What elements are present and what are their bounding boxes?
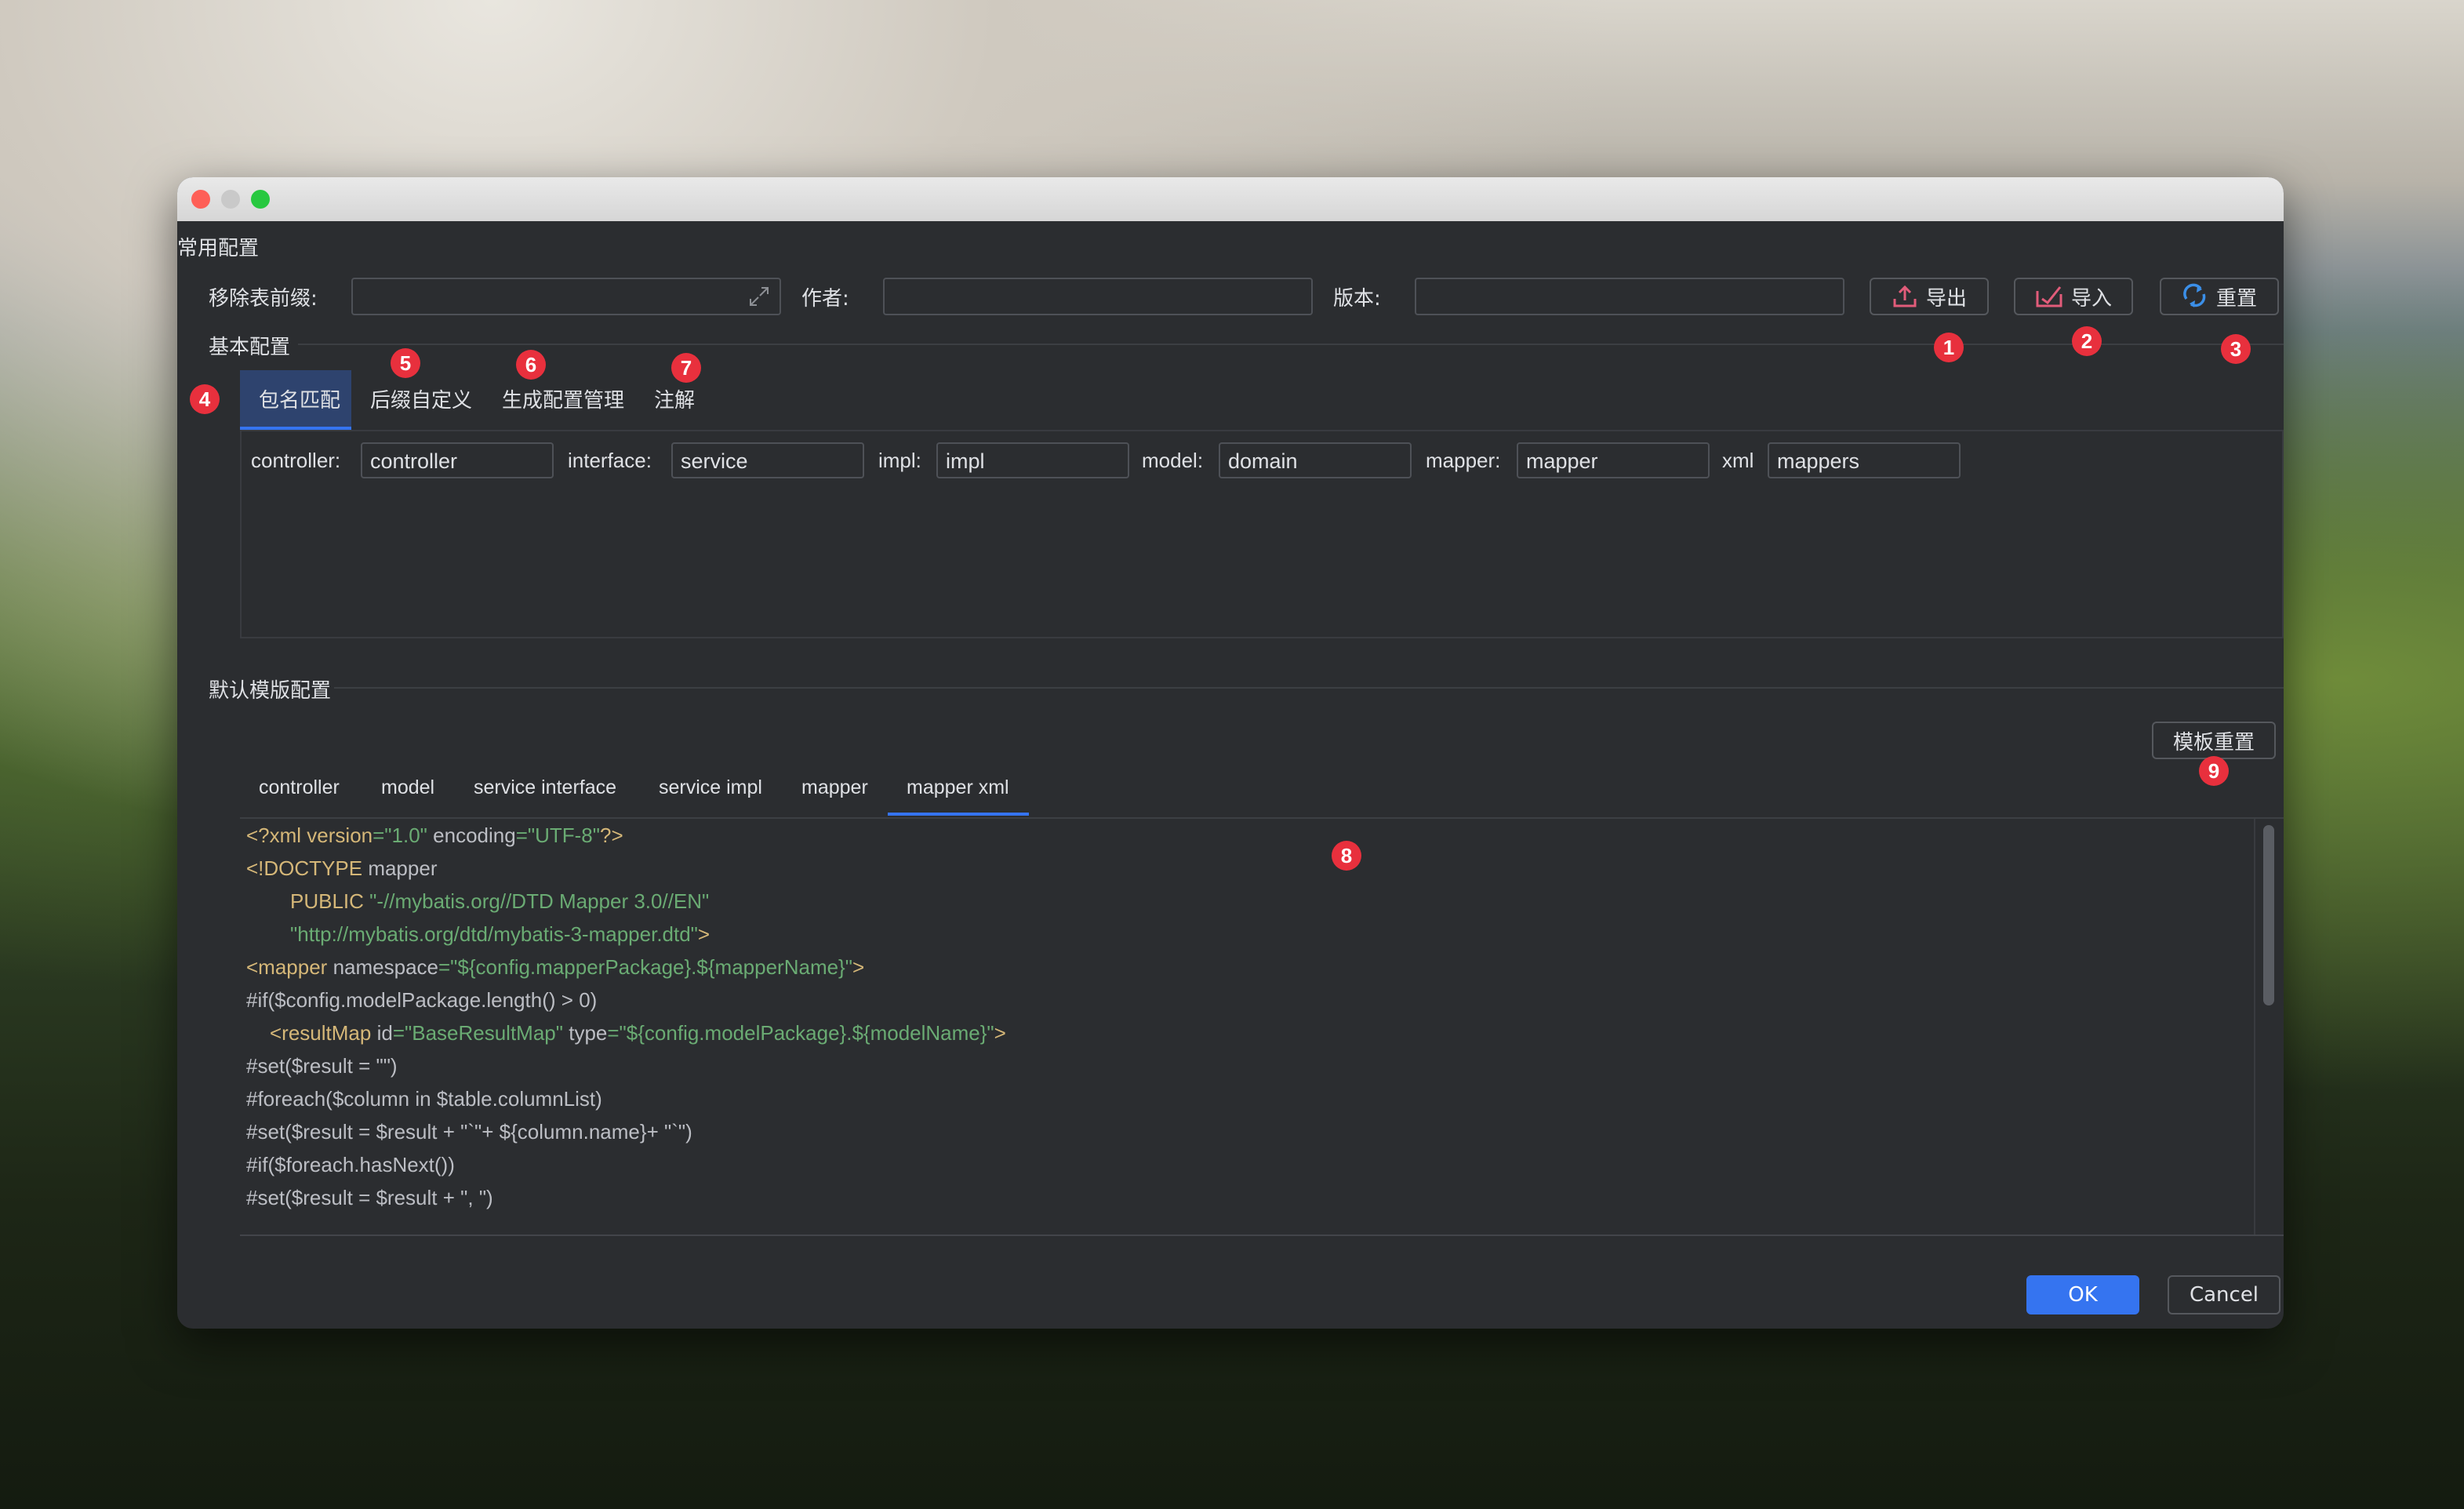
section-title-common: 常用配置 [177, 237, 260, 260]
annotation-badge-7: 7 [671, 353, 701, 383]
close-window-button[interactable] [191, 190, 210, 209]
xml-input[interactable]: mappers [1768, 442, 1961, 478]
ok-label: OK [2068, 1283, 2098, 1307]
section-title-template: 默认模版配置 [209, 679, 332, 703]
annotation-badge-5: 5 [391, 348, 420, 378]
version-input[interactable] [1415, 278, 1844, 315]
tab-generate-config[interactable]: 生成配置管理 [502, 384, 624, 413]
inbox-icon [2036, 286, 2062, 307]
export-button[interactable]: 导出 [1870, 278, 1989, 315]
mapper-input[interactable]: mapper [1517, 442, 1710, 478]
export-label: 导出 [1925, 286, 1967, 311]
annotation-badge-3: 3 [2221, 334, 2251, 364]
template-reset-label: 模板重置 [2172, 730, 2255, 754]
template-tab-controller[interactable]: controller [259, 776, 340, 799]
annotation-badge-6: 6 [516, 350, 546, 380]
reset-label: 重置 [2215, 286, 2257, 311]
code-line-10: #set($result = $result + "`"+ ${column.n… [246, 1120, 692, 1144]
upload-icon [1893, 285, 1917, 307]
refresh-icon [2183, 283, 2206, 307]
code-line-12: #set($result = $result + ", ") [246, 1186, 493, 1209]
template-reset-button[interactable]: 模板重置 [2152, 722, 2276, 759]
annotation-badge-9: 9 [2199, 756, 2229, 786]
import-label: 导入 [2070, 286, 2112, 311]
code-line-1: <?xml version="1.0" encoding="UTF-8"?> [246, 824, 623, 847]
prefix-label: 移除表前缀: [209, 287, 318, 311]
import-button[interactable]: 导入 [2014, 278, 2133, 315]
xml-label: xml [1722, 449, 1754, 472]
tab-package-match[interactable]: 包名匹配 [240, 370, 351, 430]
annotation-badge-1: 1 [1934, 333, 1964, 362]
ok-button[interactable]: OK [2026, 1275, 2139, 1314]
interface-input[interactable]: service [671, 442, 864, 478]
mapper-label: mapper: [1426, 449, 1501, 472]
template-tab-mapper-xml[interactable]: mapper xml [907, 776, 1009, 799]
code-line-7: <resultMap id="BaseResultMap" type="${co… [270, 1021, 1006, 1045]
impl-input[interactable]: impl [936, 442, 1129, 478]
annotation-badge-4: 4 [190, 384, 220, 414]
maximize-window-button[interactable] [251, 190, 270, 209]
section-divider [334, 687, 2284, 689]
code-line-3: PUBLIC "-//mybatis.org//DTD Mapper 3.0//… [290, 889, 710, 913]
code-line-4: "http://mybatis.org/dtd/mybatis-3-mapper… [290, 922, 710, 946]
code-line-9: #foreach($column in $table.columnList) [246, 1087, 602, 1111]
annotation-badge-2: 2 [2072, 326, 2102, 356]
model-label: model: [1142, 449, 1204, 472]
author-input[interactable] [883, 278, 1313, 315]
code-line-2: <!DOCTYPE mapper [246, 856, 438, 880]
code-line-6: #if($config.modelPackage.length() > 0) [246, 988, 598, 1012]
minimize-window-button[interactable] [221, 190, 240, 209]
controller-label: controller: [251, 449, 341, 472]
scrollbar-track[interactable] [2254, 819, 2284, 1234]
tab-annotation[interactable]: 注解 [654, 384, 695, 413]
code-editor[interactable]: <?xml version="1.0" encoding="UTF-8"?> <… [240, 819, 2284, 1236]
section-title-basic: 基本配置 [209, 336, 291, 359]
section-divider [298, 344, 2284, 345]
active-tab-indicator [888, 813, 1029, 816]
model-input[interactable]: domain [1219, 442, 1412, 478]
title-bar [177, 177, 2284, 221]
code-line-8: #set($result = "") [246, 1054, 398, 1078]
scrollbar-thumb[interactable] [2263, 825, 2274, 1005]
tab-label: 包名匹配 [259, 389, 341, 413]
annotation-badge-8: 8 [1332, 841, 1361, 871]
impl-label: impl: [878, 449, 921, 472]
template-tab-mapper[interactable]: mapper [801, 776, 868, 799]
code-line-11: #if($foreach.hasNext()) [246, 1153, 455, 1176]
tab-suffix-custom[interactable]: 后缀自定义 [370, 384, 472, 413]
reset-button[interactable]: 重置 [2160, 278, 2279, 315]
author-label: 作者: [801, 287, 849, 311]
cancel-label: Cancel [2189, 1283, 2259, 1307]
settings-dialog: 常用配置 移除表前缀: 作者: 版本: 导出 导入 重置 基本配置 包名匹配 后… [177, 177, 2284, 1329]
prefix-input[interactable] [351, 278, 781, 315]
interface-label: interface: [568, 449, 652, 472]
code-line-5: <mapper namespace="${config.mapperPackag… [246, 955, 865, 979]
version-label: 版本: [1333, 287, 1381, 311]
controller-input[interactable]: controller [361, 442, 554, 478]
template-tab-service-impl[interactable]: service impl [659, 776, 762, 799]
cancel-button[interactable]: Cancel [2168, 1275, 2280, 1314]
template-tab-service-interface[interactable]: service interface [474, 776, 616, 799]
expand-icon[interactable] [747, 284, 772, 309]
template-tab-model[interactable]: model [381, 776, 434, 799]
